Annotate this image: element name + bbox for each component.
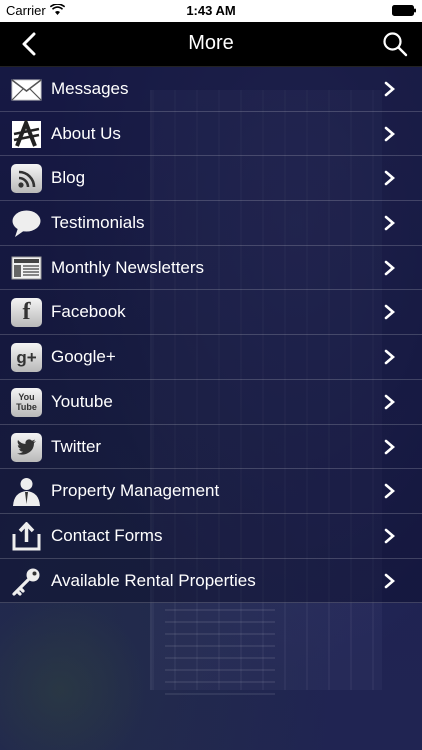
- menu-item-monthly-newsletters[interactable]: Monthly Newsletters: [0, 246, 422, 291]
- menu-item-blog[interactable]: Blog: [0, 156, 422, 202]
- envelope-icon: [11, 75, 42, 104]
- menu-item-label: Testimonials: [51, 213, 145, 233]
- facebook-glyph: f: [11, 298, 42, 328]
- menu-item-testimonials[interactable]: Testimonials: [0, 201, 422, 246]
- menu-item-property-management[interactable]: Property Management: [0, 469, 422, 514]
- chevron-right-icon: [384, 215, 395, 231]
- person-icon: [11, 477, 42, 507]
- menu-item-twitter[interactable]: Twitter: [0, 425, 422, 470]
- background-door: [165, 600, 275, 695]
- youtube-tile: You Tube: [11, 387, 42, 417]
- menu-item-label: Google+: [51, 347, 116, 367]
- chevron-right-icon: [384, 483, 395, 499]
- chevron-right-icon: [384, 171, 395, 186]
- facebook-icon: f: [11, 298, 42, 328]
- menu-item-label: About Us: [51, 123, 121, 143]
- chevron-right-icon: [384, 349, 395, 365]
- menu-item-label: Youtube: [51, 391, 113, 411]
- more-menu-list: Messages About Us Blog Testimonials Mont…: [0, 67, 422, 604]
- status-bar: Carrier 1:43 AM: [0, 0, 422, 22]
- about-us-icon: [11, 119, 42, 149]
- youtube-icon: You Tube: [11, 387, 42, 417]
- status-time: 1:43 AM: [186, 3, 236, 18]
- rss-icon: [11, 164, 42, 194]
- key-icon: [11, 567, 42, 596]
- twitter-tile: [11, 432, 42, 462]
- navigation-bar: More: [0, 22, 422, 67]
- chevron-right-icon: [384, 439, 395, 454]
- menu-item-label: Monthly Newsletters: [51, 257, 205, 277]
- chevron-right-icon: [384, 528, 395, 544]
- rss-tile: [11, 164, 42, 194]
- chevron-right-icon: [384, 260, 395, 276]
- newspaper-icon: [11, 254, 42, 283]
- google-plus-glyph: g+: [11, 343, 42, 373]
- speech-bubble-icon: [11, 209, 42, 238]
- menu-item-label: Twitter: [51, 436, 102, 456]
- google-plus-icon: g+: [11, 343, 42, 373]
- menu-item-available-rental-properties[interactable]: Available Rental Properties: [0, 559, 422, 604]
- menu-item-label: Available Rental Properties: [51, 570, 256, 590]
- upload-tray-icon: [11, 521, 42, 551]
- twitter-icon: [11, 432, 42, 462]
- chevron-right-icon: [384, 573, 395, 588]
- chevron-right-icon: [384, 305, 395, 320]
- menu-item-contact-forms[interactable]: Contact Forms: [0, 514, 422, 559]
- menu-item-youtube[interactable]: You Tube Youtube: [0, 380, 422, 425]
- youtube-glyph-top: You: [18, 392, 35, 403]
- youtube-glyph-bottom: Tube: [16, 402, 37, 413]
- menu-item-label: Messages: [51, 79, 129, 98]
- battery-icon: [392, 5, 416, 16]
- search-icon[interactable]: [382, 31, 408, 57]
- menu-item-about-us[interactable]: About Us: [0, 112, 422, 157]
- menu-item-google-plus[interactable]: g+ Google+: [0, 335, 422, 380]
- menu-item-label: Blog: [51, 168, 86, 188]
- chevron-right-icon: [384, 81, 395, 97]
- menu-item-facebook[interactable]: f Facebook: [0, 290, 422, 336]
- chevron-right-icon: [384, 126, 395, 141]
- chevron-right-icon: [384, 394, 395, 410]
- background-shrub: [0, 600, 150, 750]
- menu-item-label: Contact Forms: [51, 525, 163, 545]
- page-title: More: [188, 32, 234, 54]
- menu-item-label: Property Management: [51, 481, 220, 501]
- menu-item-messages[interactable]: Messages: [0, 67, 422, 112]
- menu-item-label: Facebook: [51, 302, 126, 322]
